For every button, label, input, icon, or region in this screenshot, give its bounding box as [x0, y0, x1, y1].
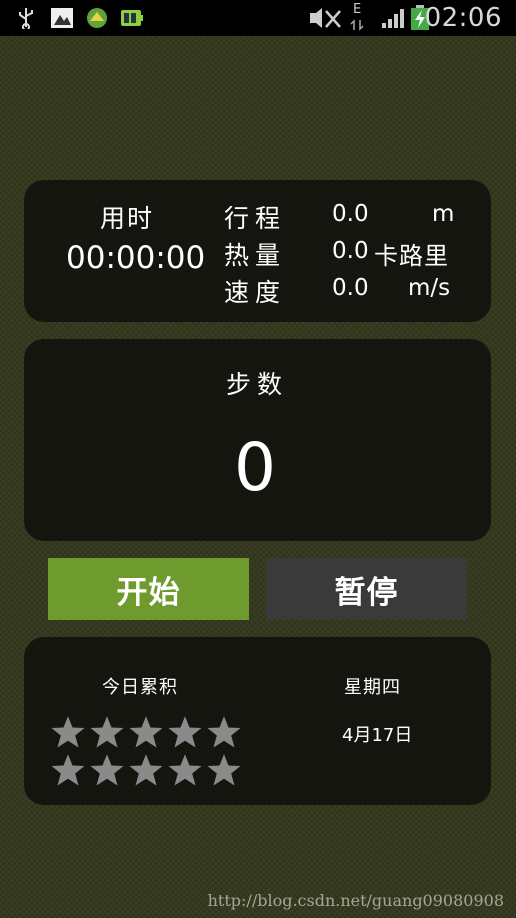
star-icon — [207, 716, 241, 748]
star-icon — [129, 716, 163, 748]
status-bar: E 02:06 — [0, 0, 516, 36]
image-notification-icon — [51, 8, 73, 28]
time-value: 00:00:00 — [66, 240, 206, 276]
date-label: 4月17日 — [342, 725, 413, 746]
calories-value: 0.0 — [332, 238, 369, 264]
weekday-label: 星期四 — [344, 677, 401, 698]
star-icon — [168, 716, 202, 748]
signal-icon — [382, 9, 404, 28]
battery-app-icon — [121, 10, 143, 26]
watermark: http://blog.csdn.net/guang09080908 — [207, 891, 504, 910]
app-notification-icon — [87, 8, 107, 28]
star-icon — [90, 754, 124, 786]
star-icon — [168, 754, 202, 786]
pause-button[interactable]: 暂停 — [266, 558, 467, 620]
calories-label: 热量 — [224, 241, 287, 270]
mute-icon — [310, 8, 341, 28]
speed-unit: m/s — [408, 275, 451, 301]
steps-count: 0 — [234, 429, 276, 506]
steps-label: 步数 — [226, 370, 289, 399]
usb-icon — [19, 8, 33, 29]
star-icon — [207, 754, 241, 786]
data-arrows-icon — [350, 19, 364, 31]
time-label: 用时 — [100, 204, 155, 233]
calories-unit: 卡路里 — [374, 242, 449, 270]
star-icon — [90, 716, 124, 748]
star-icon — [51, 716, 85, 748]
network-type-label: E — [353, 2, 362, 17]
star-icon — [51, 754, 85, 786]
today-label: 今日累积 — [102, 677, 178, 698]
star-icon — [129, 754, 163, 786]
steps-panel: 步数 0 — [24, 339, 491, 541]
distance-unit: m — [432, 201, 455, 227]
clock-time: 02:06 — [424, 3, 502, 33]
start-button[interactable]: 开始 — [48, 558, 249, 620]
speed-value: 0.0 — [332, 275, 369, 301]
distance-value: 0.0 — [332, 201, 369, 227]
distance-label: 行程 — [224, 204, 287, 233]
stats-panel: 用时 00:00:00 行程 0.0 m 热量 0.0 卡路里 速度 0.0 m… — [24, 180, 491, 322]
speed-label: 速度 — [224, 278, 287, 307]
